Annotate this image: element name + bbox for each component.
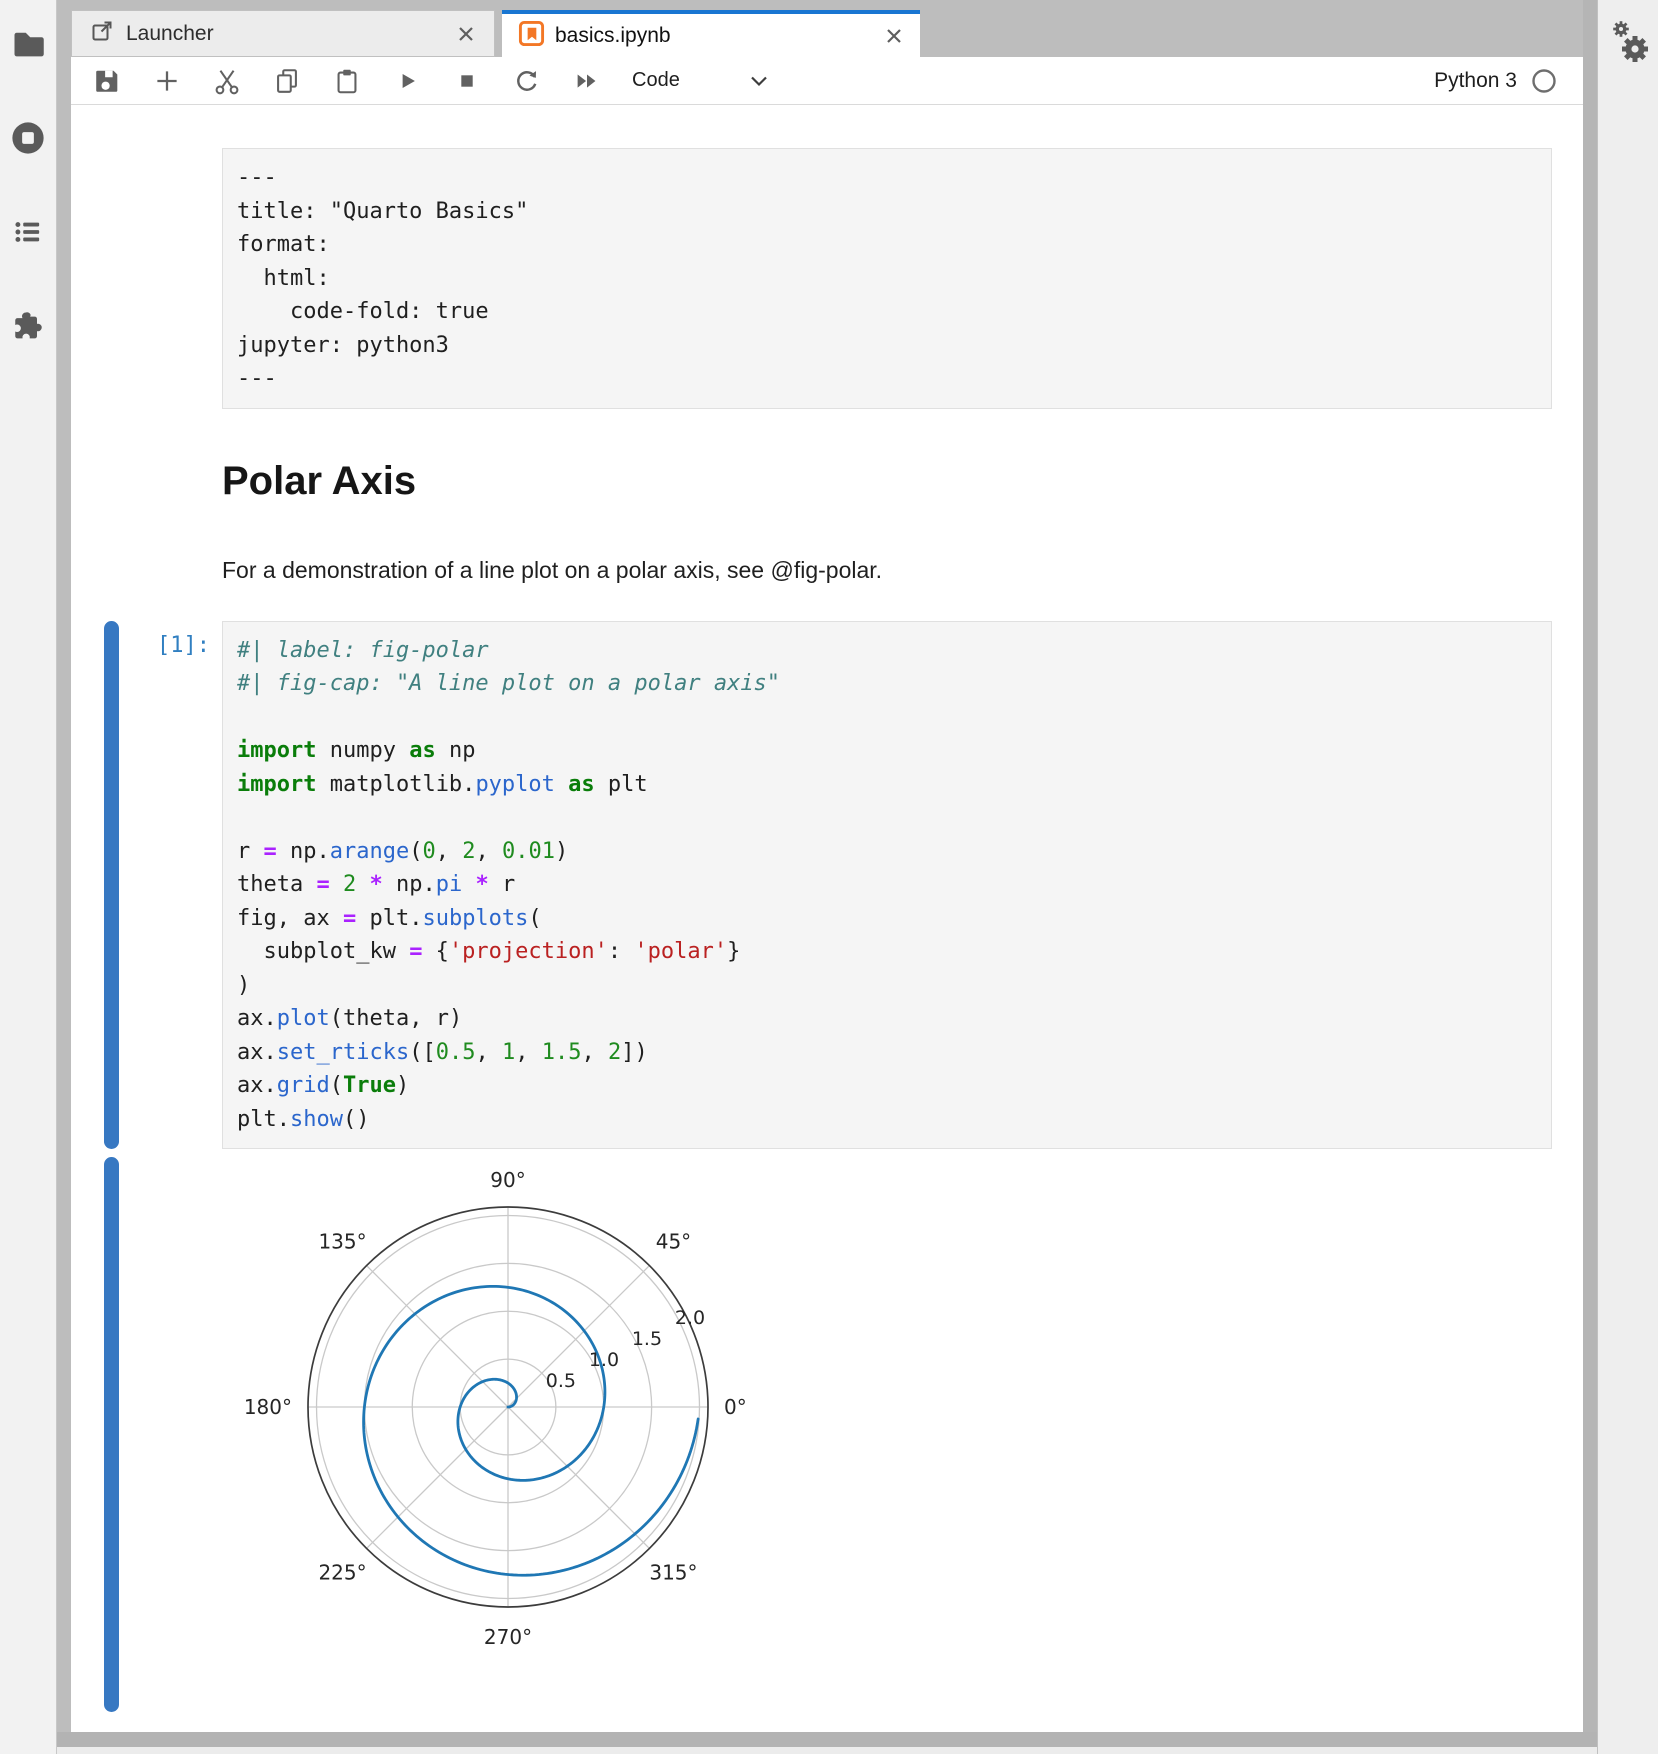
- svg-text:2.0: 2.0: [675, 1307, 705, 1329]
- extensions-puzzle-icon: [10, 308, 46, 349]
- kernel-name[interactable]: Python 3: [1434, 69, 1517, 93]
- settings-gears-icon[interactable]: [1606, 16, 1658, 73]
- svg-text:135°: 135°: [318, 1230, 366, 1254]
- svg-text:270°: 270°: [484, 1625, 532, 1649]
- running-kernels-icon: [8, 118, 48, 163]
- chevron-down-icon[interactable]: [750, 75, 768, 87]
- svg-text:90°: 90°: [490, 1168, 525, 1192]
- markdown-rendered[interactable]: Polar Axis For a demonstration of a line…: [222, 457, 1552, 585]
- svg-text:180°: 180°: [244, 1395, 292, 1419]
- markdown-cell: Polar Axis For a demonstration of a line…: [104, 457, 1552, 585]
- output-prompt: [119, 1157, 222, 1712]
- svg-text:0°: 0°: [724, 1395, 747, 1419]
- raw-cell: ---title: "Quarto Basics"format: html: c…: [104, 148, 1552, 409]
- table-of-contents-tab[interactable]: [0, 202, 57, 266]
- svg-text:45°: 45°: [656, 1230, 691, 1254]
- output-collapser[interactable]: [104, 1157, 119, 1712]
- section-paragraph: For a demonstration of a line plot on a …: [222, 555, 1552, 585]
- stop-button[interactable]: [452, 66, 482, 96]
- close-icon[interactable]: [456, 24, 476, 44]
- cell-prompt: [119, 148, 222, 409]
- code-cell: [1]: #| label: fig-polar#| fig-cap: "A l…: [104, 621, 1552, 1150]
- file-browser-tab[interactable]: [0, 14, 57, 78]
- svg-text:0.5: 0.5: [546, 1370, 576, 1392]
- copy-cell-button[interactable]: [272, 66, 302, 96]
- running-kernels-tab[interactable]: [0, 108, 57, 172]
- svg-text:1.5: 1.5: [632, 1328, 662, 1350]
- restart-kernel-button[interactable]: [512, 66, 542, 96]
- output-cell: 0° 45° 90° 135° 180° 225° 270° 315° 0.5 1.0 1.5 2.0: [104, 1157, 1552, 1712]
- section-heading: Polar Axis: [222, 457, 1552, 505]
- execution-count-prompt: [1]:: [119, 621, 222, 1150]
- cell-prompt: [119, 457, 222, 585]
- panel-right-divider: [1583, 0, 1597, 1754]
- left-sidebar: [0, 0, 57, 1754]
- launcher-icon: [90, 19, 114, 48]
- bottom-status-band: [57, 1732, 1597, 1747]
- save-button[interactable]: [92, 66, 122, 96]
- bottom-edge-band: [57, 1747, 1597, 1754]
- cell-collapser[interactable]: [104, 148, 119, 409]
- code-cell-editor[interactable]: #| label: fig-polar#| fig-cap: "A line p…: [222, 621, 1552, 1150]
- right-sidebar: [1597, 0, 1658, 1754]
- polar-plot-figure: 0° 45° 90° 135° 180° 225° 270° 315° 0.5 1.0 1.5 2.0: [222, 1157, 862, 1707]
- tab-basics-ipynb[interactable]: basics.ipynb: [502, 10, 920, 57]
- cell-type-dropdown[interactable]: Code: [632, 69, 680, 92]
- cut-cell-button[interactable]: [212, 66, 242, 96]
- kernel-status-idle-circle-icon[interactable]: [1531, 68, 1557, 94]
- add-cell-button[interactable]: [152, 66, 182, 96]
- run-button[interactable]: [392, 66, 422, 96]
- table-of-contents-icon: [11, 215, 45, 254]
- notebook-panel: Code Python 3 ---title: "Quarto Basics"f…: [71, 57, 1583, 1732]
- close-icon[interactable]: [884, 26, 904, 46]
- tab-label: basics.ipynb: [555, 24, 671, 48]
- notebook-content: ---title: "Quarto Basics"format: html: c…: [71, 106, 1583, 1732]
- folder-icon: [10, 26, 46, 67]
- raw-cell-editor[interactable]: ---title: "Quarto Basics"format: html: c…: [222, 148, 1552, 409]
- notebook-icon: [518, 20, 545, 52]
- tab-label: Launcher: [126, 22, 214, 46]
- paste-cell-button[interactable]: [332, 66, 362, 96]
- svg-text:225°: 225°: [318, 1560, 366, 1584]
- run-all-button[interactable]: [572, 66, 602, 96]
- svg-text:315°: 315°: [649, 1560, 697, 1584]
- output-area: 0° 45° 90° 135° 180° 225° 270° 315° 0.5 1.0 1.5 2.0: [222, 1157, 1552, 1712]
- notebook-toolbar: Code Python 3: [71, 57, 1583, 105]
- extensions-tab[interactable]: [0, 296, 57, 360]
- tab-launcher[interactable]: Launcher: [71, 10, 495, 57]
- cell-collapser[interactable]: [104, 457, 119, 585]
- svg-text:1.0: 1.0: [589, 1349, 619, 1371]
- input-collapser[interactable]: [104, 621, 119, 1150]
